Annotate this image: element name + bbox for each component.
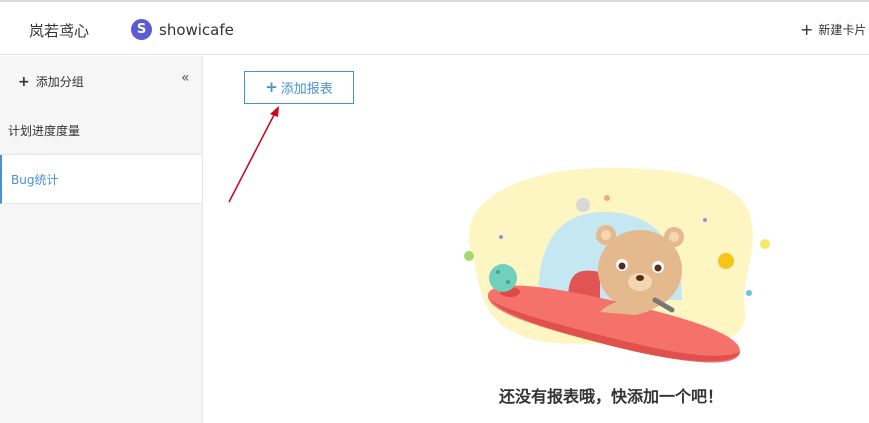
empty-state-illustration [464,167,770,363]
empty-state-message: 还没有报表哦，快添加一个吧！ [498,387,723,406]
